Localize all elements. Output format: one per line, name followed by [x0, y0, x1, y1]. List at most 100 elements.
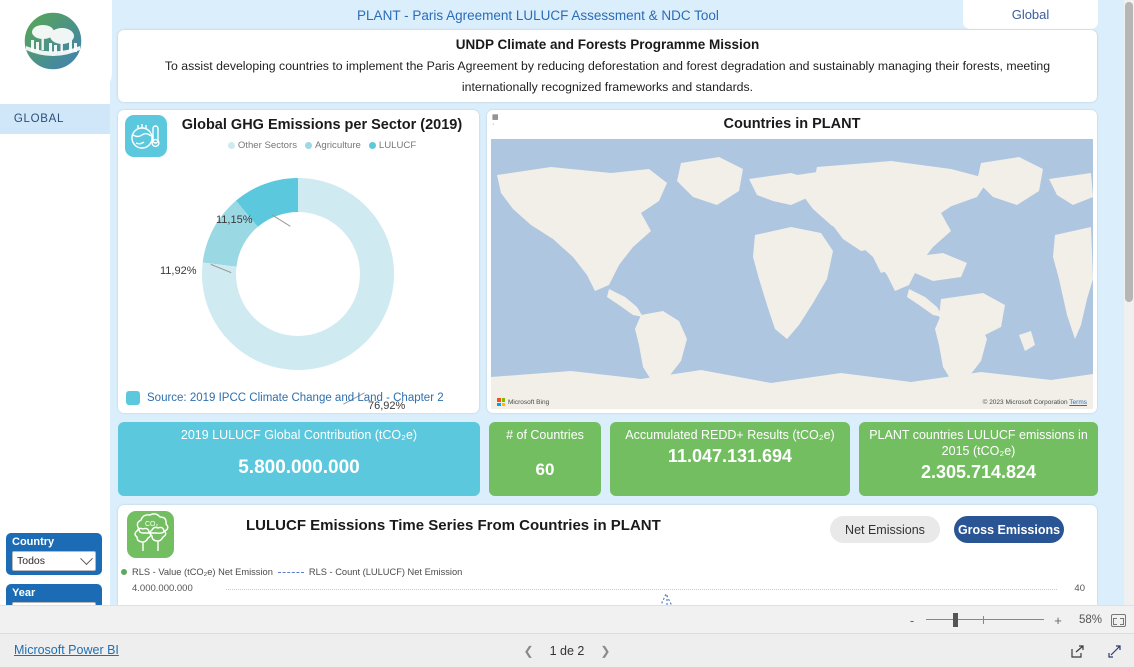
canvas-scrollbar-thumb[interactable]	[1125, 2, 1133, 302]
bing-logo-icon	[497, 398, 505, 406]
slicer-country-dropdown[interactable]: Todos	[12, 551, 96, 571]
page-title: PLANT - Paris Agreement LULUCF Assessmen…	[118, 2, 958, 28]
timeseries-card: CO₂ LULUCF Emissions Time Series From Co…	[118, 505, 1097, 605]
ghg-donut-card: Global GHG Emissions per Sector (2019) O…	[118, 110, 479, 413]
toggle-net-label: Net Emissions	[845, 522, 925, 537]
kpi-card-number-of-countries[interactable]: # of Countries 60	[489, 422, 601, 496]
tab-global[interactable]: Global	[963, 0, 1098, 29]
zoom-toolbar: - + 58%	[0, 605, 1134, 633]
world-map-svg	[491, 139, 1093, 409]
brand-panel	[0, 0, 112, 95]
powerbi-report-view: PLANT - Paris Agreement LULUCF Assessmen…	[0, 0, 1134, 667]
legend-item-other-sectors[interactable]: Other Sectors	[227, 140, 297, 151]
timeseries-legend: RLS - Value (tCO₂e) Net Emission RLS - C…	[121, 567, 462, 577]
source-text: Source: 2019 IPCC Climate Change and Lan…	[147, 392, 444, 404]
report-canvas: PLANT - Paris Agreement LULUCF Assessmen…	[0, 0, 1134, 605]
toggle-net-emissions[interactable]: Net Emissions	[830, 516, 940, 543]
sidebar-item-label: GLOBAL	[13, 113, 65, 125]
page-navigation: ❮ 1 de 2 ❯	[0, 634, 1134, 667]
zoom-out-button[interactable]: -	[907, 613, 917, 628]
zoom-slider-track	[926, 619, 1044, 620]
mission-title: UNDP Climate and Forests Programme Missi…	[455, 37, 760, 52]
legend-dot-icon	[121, 569, 127, 575]
kpi-label: # of Countries	[506, 428, 584, 442]
slicer-country-value: Todos	[17, 555, 46, 567]
kpi-label: PLANT countries LULUCF emissions in 2015…	[869, 428, 1088, 458]
kpi-value: 11.047.131.694	[667, 446, 793, 466]
map-terms-link[interactable]: Terms	[1069, 399, 1087, 406]
sidebar-item-global[interactable]: GLOBAL	[0, 104, 108, 134]
kpi-label: 2019 LULUCF Global Contribution (tCO₂e)	[180, 428, 418, 442]
chevron-down-icon	[80, 602, 93, 605]
trees-co2-icon: CO₂	[127, 511, 174, 558]
legend-label: LULUCF	[378, 140, 417, 151]
bing-brand-label: Microsoft Bing	[508, 398, 550, 406]
slicer-year-title: Year	[12, 587, 36, 599]
page-indicator: 1 de 2	[549, 644, 585, 658]
donut-source-note: Source: 2019 IPCC Climate Change and Lan…	[126, 391, 444, 405]
zoom-slider-thumb[interactable]	[953, 613, 958, 627]
map-copyright: © 2023 Microsoft Corporation Terms	[983, 399, 1087, 406]
legend-dash-icon	[277, 571, 304, 573]
timeseries-title: LULUCF Emissions Time Series From Countr…	[246, 517, 661, 534]
slicer-country-title: Country	[12, 536, 55, 548]
donut-value-label-agriculture: 11,92%	[160, 265, 197, 277]
world-map[interactable]: Microsoft Bing © 2023 Microsoft Corporat…	[491, 139, 1093, 409]
legend-label: Agriculture	[315, 140, 361, 151]
legend-label-value: RLS - Value (tCO₂e) Net Emission	[132, 567, 273, 577]
donut-value-label-lulucf: 11,15%	[216, 214, 253, 226]
legend-label: Other Sectors	[237, 140, 297, 151]
footer-bar: Microsoft Power BI ❮ 1 de 2 ❯	[0, 633, 1134, 667]
zoom-level-label: 58%	[1078, 614, 1102, 626]
bing-attribution: Microsoft Bing	[497, 398, 549, 406]
chevron-left-icon[interactable]: ❮	[524, 644, 534, 658]
timeseries-y-axis-left-label: 4.000.000.000	[132, 583, 193, 594]
legend-label-count: RLS - Count (LULUCF) Net Emission	[308, 567, 463, 577]
kpi-card-accumulated-redd-results[interactable]: Accumulated REDD+ Results (tCO₂e) 11.047…	[610, 422, 850, 496]
legend-swatch-icon	[368, 142, 376, 149]
zoom-slider-tick	[983, 616, 984, 624]
donut-hole	[236, 212, 360, 336]
mission-body: To assist developing countries to implem…	[164, 59, 1051, 94]
zoom-controls: - + 58%	[907, 606, 1126, 634]
kpi-card-plant-countries-lulucf-2015[interactable]: PLANT countries LULUCF emissions in 2015…	[859, 422, 1098, 496]
kpi-value: 5.800.000.000	[238, 457, 360, 478]
kpi-value: 60	[535, 460, 555, 479]
toggle-gross-emissions[interactable]: Gross Emissions	[954, 516, 1064, 543]
legend-item-lulucf[interactable]: LULUCF	[368, 140, 417, 151]
zoom-in-button[interactable]: +	[1053, 613, 1063, 628]
plant-forest-logo	[22, 10, 84, 72]
chevron-right-icon[interactable]: ❯	[600, 644, 610, 658]
timeseries-gridline	[226, 589, 1057, 590]
toggle-gross-label: Gross Emissions	[957, 522, 1061, 537]
fit-to-page-icon[interactable]	[1111, 613, 1126, 627]
donut-chart[interactable]: 11,15% 11,92% 76,92%	[118, 160, 479, 412]
fullscreen-icon[interactable]	[1107, 644, 1122, 659]
map-copyright-text: © 2023 Microsoft Corporation	[982, 399, 1068, 406]
timeseries-line-fragment	[660, 593, 673, 605]
mission-card: UNDP Climate and Forests Programme Missi…	[118, 30, 1097, 102]
slicer-year-dropdown[interactable]	[12, 602, 96, 605]
countries-map-card: ▦ · Countries in PLANT Microsoft Bing © …	[487, 110, 1097, 413]
source-swatch-icon	[126, 391, 140, 405]
zoom-slider[interactable]	[926, 613, 1044, 627]
footer-actions	[1070, 634, 1122, 667]
slicer-country[interactable]: Country Todos	[6, 533, 102, 575]
tab-global-label: Global	[1011, 7, 1050, 22]
kpi-label: Accumulated REDD+ Results (tCO₂e)	[625, 428, 835, 442]
donut-title: Global GHG Emissions per Sector (2019)	[181, 117, 463, 133]
kpi-card-lulucf-global-contribution[interactable]: 2019 LULUCF Global Contribution (tCO₂e) …	[118, 422, 480, 496]
chevron-down-icon	[80, 551, 93, 565]
canvas-scrollbar[interactable]	[1124, 0, 1134, 605]
legend-swatch-icon	[305, 142, 312, 149]
share-icon[interactable]	[1070, 644, 1085, 659]
legend-swatch-icon	[227, 142, 235, 149]
map-title: Countries in PLANT	[723, 116, 861, 132]
globe-thermometer-icon	[125, 115, 167, 157]
kpi-value: 2.305.714.824	[920, 462, 1037, 482]
slicer-year[interactable]: Year	[6, 584, 102, 605]
page-title-text: PLANT - Paris Agreement LULUCF Assessmen…	[357, 7, 719, 23]
timeseries-y-axis-right-label: 40	[1074, 583, 1085, 594]
legend-item-agriculture[interactable]: Agriculture	[305, 140, 361, 151]
donut-legend: Other Sectors Agriculture LULUCF	[172, 140, 472, 151]
